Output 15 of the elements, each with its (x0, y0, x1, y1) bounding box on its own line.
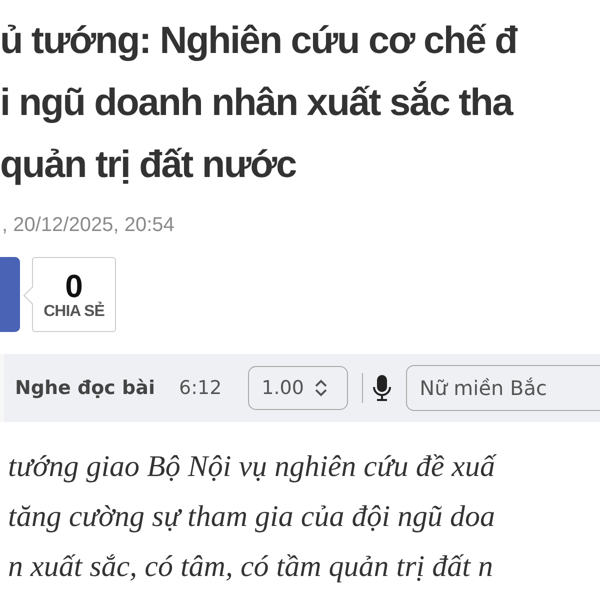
share-count: 0 (65, 268, 83, 302)
headline-line: i ngũ doanh nhân xuất sắc tha (0, 80, 514, 126)
microphone-icon[interactable] (372, 374, 391, 402)
up-down-caret-icon (314, 378, 328, 398)
listen-label: Nghe đọc bài (15, 377, 155, 399)
voice-select[interactable]: Nữ miền Bắc (406, 365, 600, 411)
headline-line: ủ tướng: Nghiên cứu cơ chế đ (0, 19, 518, 64)
publish-date: , 20/12/2025, 20:54 (2, 214, 174, 236)
article-text-line: tăng cường sự tham gia của đội ngũ doa (8, 499, 496, 535)
article-text-line: n xuất sắc, có tâm, có tầm quản trị đất n (8, 549, 494, 585)
headline-line: quản trị đất nước (0, 143, 297, 188)
article-text-line: tướng giao Bộ Nội vụ nghiên cứu đề xuấ (8, 449, 498, 485)
audio-duration: 6:12 (179, 377, 222, 399)
share-label: CHIA SẺ (44, 302, 104, 320)
speed-select[interactable]: 1.00 (248, 366, 348, 410)
